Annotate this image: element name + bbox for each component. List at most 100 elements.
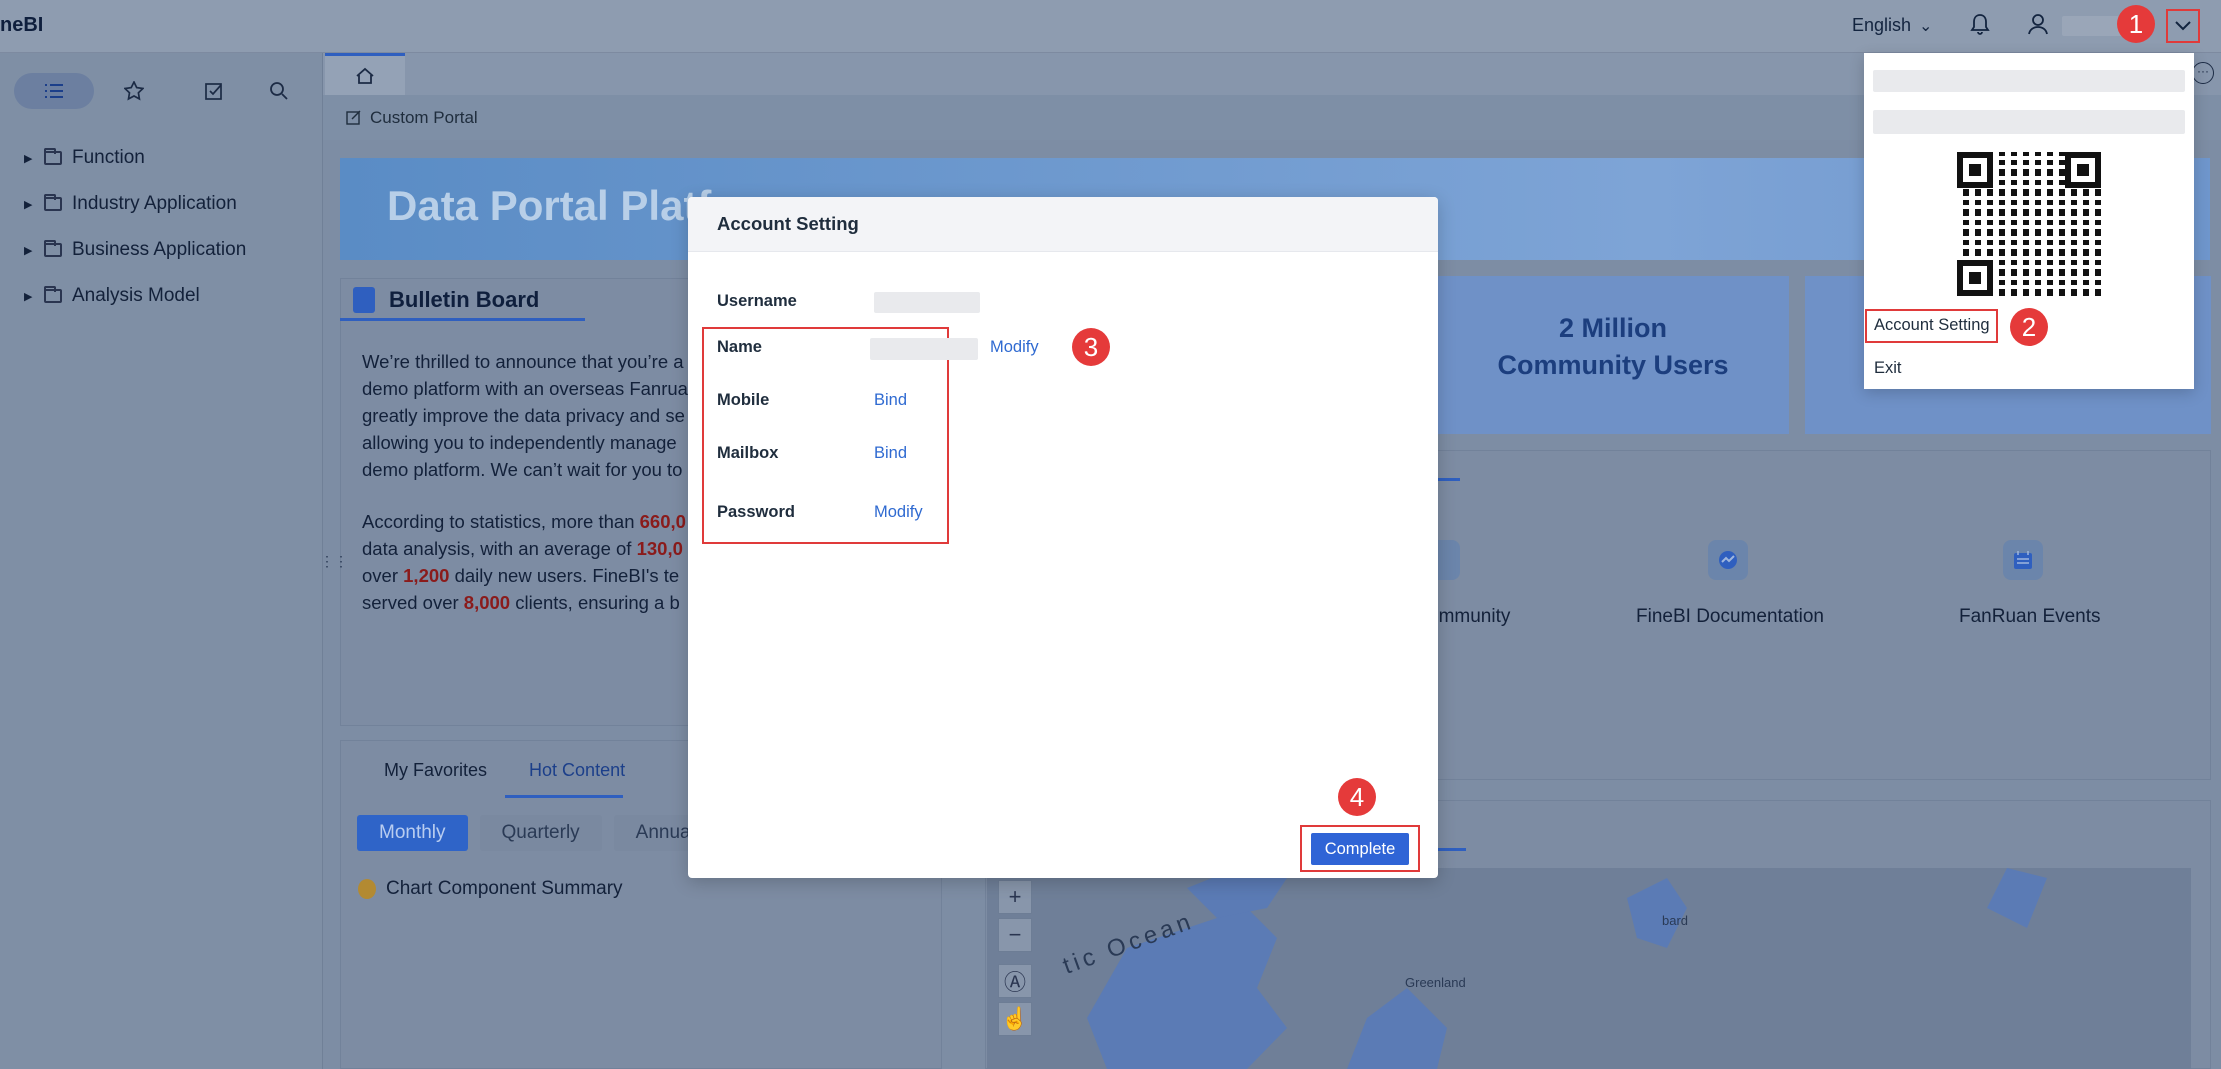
- stat-text: data analysis, with an average of: [362, 538, 637, 559]
- svalbard-label: bard: [1662, 913, 1689, 928]
- hand-icon[interactable]: ☝: [998, 1002, 1032, 1036]
- edit-icon: [205, 83, 222, 100]
- stat-value: 1,200: [403, 565, 450, 586]
- hot-content-underline: [505, 795, 623, 798]
- banner-title: Data Portal Platf: [387, 182, 712, 229]
- mobile-bind-link[interactable]: Bind: [874, 391, 907, 410]
- community-link[interactable]: ommunity: [1428, 606, 1510, 628]
- app-brand: neBI: [0, 14, 44, 36]
- sidebar-tabs: [14, 73, 304, 109]
- calendar-icon[interactable]: [2003, 540, 2043, 580]
- username-value: [874, 292, 980, 313]
- star-icon: [124, 81, 144, 101]
- stat-value: 8,000: [463, 592, 511, 613]
- stat-text: daily new users. FineBI's te: [449, 565, 680, 586]
- annotation-badge-4: 4: [1338, 778, 1376, 816]
- bulletin-paragraph-2: According to statistics, more than 660,0…: [362, 508, 692, 616]
- edit-tab[interactable]: [174, 73, 254, 109]
- dialog-title: Account Setting: [717, 213, 859, 234]
- account-dropdown-toggle[interactable]: [2166, 9, 2200, 43]
- stat-text: served over: [362, 592, 464, 613]
- qr-code: [1957, 152, 2101, 296]
- search-tab[interactable]: [254, 73, 304, 109]
- account-info-line-1: [1873, 70, 2185, 92]
- medal-icon: [358, 879, 376, 899]
- tab-home[interactable]: [325, 53, 405, 95]
- chevron-down-icon: ⌄: [1919, 17, 1933, 35]
- qr-finder: [2065, 152, 2101, 188]
- password-label: Password: [717, 503, 795, 521]
- sidebar-item-label: Industry Application: [72, 193, 237, 214]
- caret-right-icon: ▶: [24, 244, 33, 257]
- compass-icon[interactable]: Ⓐ: [998, 964, 1032, 998]
- tab-hot-content[interactable]: Hot Content: [529, 760, 625, 781]
- bulletin-title: Bulletin Board: [353, 287, 539, 313]
- sidebar-item-business-application[interactable]: ▶ Business Application: [24, 227, 246, 273]
- period-monthly[interactable]: Monthly: [357, 815, 468, 851]
- favorites-tab[interactable]: [94, 73, 174, 109]
- menu-item-account-setting[interactable]: Account Setting: [1874, 316, 1990, 335]
- username-label: Username: [717, 292, 797, 310]
- stat-value: 660,0: [639, 511, 686, 532]
- folder-icon: [44, 240, 62, 257]
- bulletin-title-label: Bulletin Board: [389, 287, 540, 312]
- list-icon: [45, 84, 63, 98]
- stat-text: According to statistics, more than: [362, 511, 640, 532]
- greenland-label: Greenland: [1405, 975, 1466, 990]
- drag-handle-icon[interactable]: ⋮⋮: [320, 553, 348, 570]
- more-icon[interactable]: ···: [2192, 62, 2214, 84]
- documentation-link[interactable]: FineBI Documentation: [1636, 606, 1824, 628]
- sidebar-item-industry-application[interactable]: ▶ Industry Application: [24, 181, 246, 227]
- bell-icon[interactable]: [1969, 12, 1991, 42]
- folder-icon: [44, 194, 62, 211]
- sidebar-item-label: Business Application: [72, 239, 247, 260]
- stat-value: 130,0: [636, 538, 683, 559]
- favorites-tabs: My Favorites Hot Content: [384, 760, 625, 781]
- annotation-badge-3: 3: [1072, 328, 1110, 366]
- zoom-in-button[interactable]: +: [998, 880, 1032, 914]
- language-selector[interactable]: English ⌄: [1852, 15, 1932, 36]
- password-modify-link[interactable]: Modify: [874, 503, 923, 522]
- events-link[interactable]: FanRuan Events: [1959, 606, 2101, 628]
- account-setting-dialog: Account Setting Username Name Modify Mob…: [688, 197, 1438, 878]
- menu-item-exit[interactable]: Exit: [1874, 359, 1902, 378]
- documentation-icon[interactable]: [1708, 540, 1748, 580]
- sidebar-item-analysis-model[interactable]: ▶ Analysis Model: [24, 273, 246, 319]
- caret-right-icon: ▶: [24, 198, 33, 211]
- language-label: English: [1852, 15, 1912, 35]
- account-info-line-2: [1873, 110, 2185, 134]
- edit-icon: [346, 110, 361, 125]
- stat-text: over: [362, 565, 404, 586]
- bulletin-title-underline: [340, 318, 585, 321]
- sidebar-item-label: Analysis Model: [72, 285, 200, 306]
- period-quarterly[interactable]: Quarterly: [479, 815, 602, 851]
- mailbox-label: Mailbox: [717, 444, 779, 462]
- hot-content-item[interactable]: Chart Component Summary: [358, 878, 623, 900]
- custom-portal-link[interactable]: Custom Portal: [346, 108, 478, 128]
- zoom-out-button[interactable]: −: [998, 918, 1032, 952]
- period-selector: Monthly Quarterly Annua: [357, 815, 713, 851]
- complete-button[interactable]: Complete: [1311, 833, 1409, 865]
- hot-content-label: Chart Component Summary: [386, 878, 623, 899]
- mobile-label: Mobile: [717, 391, 770, 409]
- community-stat-label: 2 Million Community Users: [1497, 313, 1729, 380]
- custom-portal-label: Custom Portal: [370, 108, 478, 127]
- sidebar-item-function[interactable]: ▶ Function: [24, 135, 246, 181]
- tab-my-favorites[interactable]: My Favorites: [384, 760, 487, 781]
- user-icon[interactable]: [2027, 12, 2049, 42]
- name-value: [870, 338, 978, 360]
- map-view[interactable]: [987, 868, 2191, 1069]
- folder-icon: [44, 286, 62, 303]
- caret-right-icon: ▶: [24, 290, 33, 303]
- name-label: Name: [717, 338, 762, 356]
- annotation-badge-1: 1: [2117, 5, 2155, 43]
- list-tab[interactable]: [14, 73, 94, 109]
- annotation-badge-2: 2: [2010, 308, 2048, 346]
- mailbox-bind-link[interactable]: Bind: [874, 444, 907, 463]
- folder-tree: ▶ Function ▶ Industry Application ▶ Busi…: [24, 135, 246, 319]
- map-controls: + − Ⓐ ☝: [998, 880, 1036, 1036]
- home-icon: [356, 67, 374, 84]
- qr-finder: [1957, 260, 1993, 296]
- bulletin-paragraph-1: We’re thrilled to announce that you’re a…: [362, 351, 688, 480]
- name-modify-link[interactable]: Modify: [990, 338, 1039, 357]
